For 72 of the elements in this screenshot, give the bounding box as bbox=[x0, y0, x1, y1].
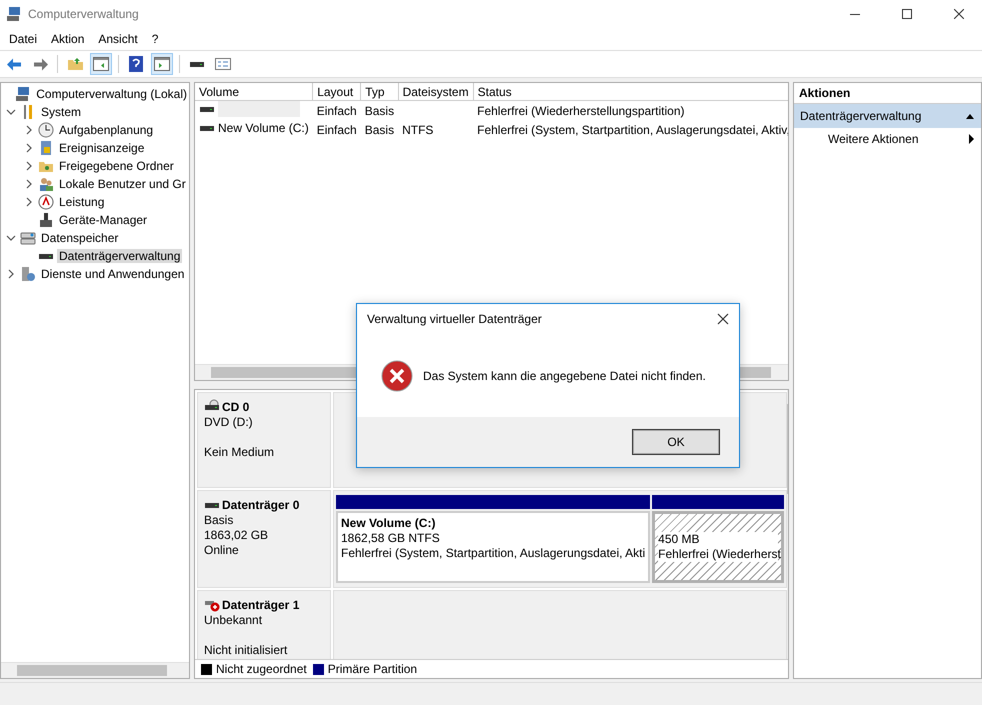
window-title: Computerverwaltung bbox=[28, 7, 140, 21]
menu-item[interactable]: ? bbox=[144, 32, 166, 46]
checklist-icon bbox=[215, 57, 231, 71]
table-cell: Fehlerfrei (Wiederherstellungspartition) bbox=[473, 100, 788, 120]
panel-toggle-button[interactable] bbox=[90, 53, 112, 75]
menu-item[interactable]: Datei bbox=[2, 32, 44, 46]
submenu-triangle-icon bbox=[969, 134, 975, 144]
panel-icon bbox=[154, 57, 170, 71]
column-header[interactable]: Dateisystem bbox=[398, 83, 474, 100]
tree-item[interactable]: Ereignisanzeige bbox=[57, 141, 146, 155]
help-icon bbox=[129, 56, 143, 72]
menu-item[interactable]: Ansicht bbox=[91, 32, 145, 46]
close-icon bbox=[954, 9, 964, 19]
disk-detail: Online bbox=[204, 543, 240, 558]
gauge-icon bbox=[38, 194, 54, 210]
disk-detail: Kein Medium bbox=[204, 445, 276, 460]
folder-icon bbox=[68, 58, 82, 70]
disk-detail: 1863,02 GB bbox=[204, 528, 270, 543]
close-icon[interactable] bbox=[717, 313, 729, 325]
tree-item[interactable]: System bbox=[39, 105, 84, 119]
computer-icon bbox=[15, 86, 32, 102]
legend-label: Nicht zugeordnet bbox=[216, 662, 307, 676]
table-cell: Einfach bbox=[312, 100, 361, 120]
forward-arrow-icon bbox=[32, 58, 48, 70]
storage-icon bbox=[20, 230, 36, 246]
partition[interactable]: New Volume (C:) 1862,58 GB NTFS Fehlerfrei (System, Startpartition, Auslagerungsdatei, Akti bbox=[336, 511, 650, 583]
collapse-triangle-icon bbox=[965, 112, 975, 120]
tree-item[interactable]: Freigegebene Ordner bbox=[57, 159, 176, 173]
clock-icon bbox=[38, 122, 54, 138]
tree-item[interactable]: Computerverwaltung (Lokal) bbox=[34, 87, 189, 101]
tree-item[interactable]: Aufgabenplanung bbox=[57, 123, 156, 137]
action-link[interactable]: Weitere Aktionen bbox=[794, 128, 981, 150]
dialog-title: Verwaltung virtueller Datenträger bbox=[367, 312, 542, 326]
column-header[interactable]: Typ bbox=[360, 83, 398, 100]
disk-detail: DVD (D:) bbox=[204, 415, 254, 430]
disk-name: CD 0 bbox=[222, 400, 250, 414]
tree-item[interactable]: Dienste und Anwendungen bbox=[39, 267, 186, 281]
disk-detail: Nicht initialisiert bbox=[204, 643, 288, 658]
drive-icon bbox=[189, 61, 205, 67]
tree-item[interactable]: Geräte-Manager bbox=[57, 213, 150, 227]
actions-title: Aktionen bbox=[799, 86, 850, 100]
column-header[interactable]: Layout bbox=[312, 83, 361, 100]
panel-icon bbox=[93, 57, 109, 71]
maximize-icon bbox=[902, 9, 912, 19]
computer-icon bbox=[6, 6, 22, 22]
table-cell-text: Basis bbox=[364, 122, 396, 138]
actions-section[interactable]: Datenträgerverwaltung bbox=[794, 104, 981, 128]
tree-item[interactable]: Lokale Benutzer und Gr bbox=[57, 177, 188, 191]
dialog-message: Das System kann die angegebene Datei nicht finden. bbox=[423, 368, 706, 382]
tree-item[interactable]: Leistung bbox=[57, 195, 106, 209]
disk-detail: Basis bbox=[204, 513, 234, 528]
users-icon bbox=[38, 176, 54, 192]
partition[interactable]: 450 MB Fehlerfrei (Wiederherst bbox=[652, 511, 784, 583]
table-cell-text: NTFS bbox=[401, 122, 434, 138]
menu-item[interactable]: Aktion bbox=[44, 32, 92, 46]
scrollbar[interactable] bbox=[1, 662, 189, 678]
log-icon bbox=[38, 140, 54, 156]
error-icon bbox=[381, 360, 413, 392]
table-cell: Basis bbox=[360, 100, 398, 120]
ok-button[interactable]: OK bbox=[633, 430, 719, 454]
legend-label: Primäre Partition bbox=[328, 662, 418, 676]
disk-name: Datenträger 0 bbox=[222, 498, 300, 512]
device-icon bbox=[38, 212, 54, 228]
table-cell: New Volume (C:) bbox=[218, 121, 309, 135]
action-pane-button[interactable] bbox=[151, 53, 173, 75]
column-header[interactable]: Status bbox=[473, 83, 788, 100]
disk-name: Datenträger 1 bbox=[222, 598, 300, 612]
tree-item[interactable]: Datenspeicher bbox=[39, 231, 120, 245]
back-arrow-icon bbox=[6, 58, 22, 70]
tree-item[interactable]: Datenträgerverwaltung bbox=[57, 249, 182, 263]
table-cell-text: Einfach bbox=[316, 122, 358, 138]
disk-detail: Unbekannt bbox=[204, 613, 264, 628]
